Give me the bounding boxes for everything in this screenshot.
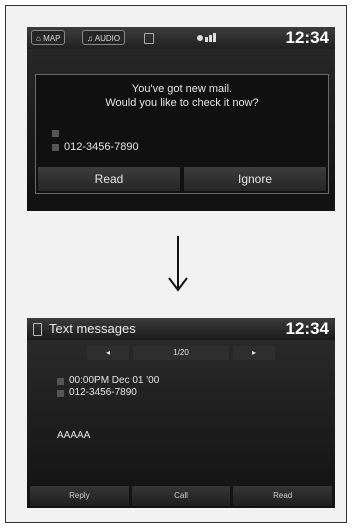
clock-icon bbox=[57, 378, 64, 385]
next-message-button[interactable]: ▸ bbox=[233, 346, 275, 360]
dialog-message-line2: Would you like to check it now? bbox=[105, 97, 259, 109]
phone-number-icon bbox=[57, 390, 64, 397]
audio-tab-label: AUDIO bbox=[94, 34, 121, 43]
map-tab-label: MAP bbox=[43, 34, 61, 43]
home-icon: ⌂ bbox=[36, 34, 41, 43]
top-bar: ⌂ MAP ♫ AUDIO 12:34 bbox=[27, 27, 335, 49]
message-actions: Reply Call Read bbox=[27, 486, 335, 508]
map-tab[interactable]: ⌂ MAP bbox=[31, 30, 66, 45]
audio-tab[interactable]: ♫ AUDIO bbox=[82, 30, 126, 45]
message-icon bbox=[33, 323, 42, 336]
sender-icon bbox=[52, 130, 59, 137]
music-note-icon: ♫ bbox=[87, 34, 93, 43]
down-arrow-icon bbox=[168, 236, 188, 292]
previous-message-button[interactable]: ◂ bbox=[87, 346, 129, 360]
title-bar: Text messages 12:34 bbox=[27, 318, 335, 340]
phone-icon bbox=[144, 33, 154, 44]
call-button[interactable]: Call bbox=[131, 486, 231, 506]
read-aloud-button[interactable]: Read bbox=[233, 486, 333, 506]
message-page-indicator: 1/20 bbox=[133, 346, 229, 360]
read-button[interactable]: Read bbox=[38, 167, 180, 191]
dialog-message-line1: You've got new mail. bbox=[131, 83, 233, 95]
signal-status-icon bbox=[197, 33, 219, 42]
clock: 12:34 bbox=[285, 28, 329, 47]
sender-phone-number: 012-3456-7890 bbox=[64, 141, 139, 153]
new-mail-screen: ⌂ MAP ♫ AUDIO 12:34 You've got new mail.… bbox=[27, 27, 335, 211]
message-body: AAAAA bbox=[57, 430, 91, 441]
page-title: Text messages bbox=[49, 321, 136, 336]
message-datetime: 00:00PM Dec 01 '00 bbox=[69, 375, 160, 386]
phone-number-icon bbox=[52, 144, 59, 151]
ignore-button[interactable]: Ignore bbox=[184, 167, 326, 191]
text-messages-screen: Text messages 12:34 ◂ 1/20 ▸ 00:00PM Dec… bbox=[27, 318, 335, 508]
reply-button[interactable]: Reply bbox=[30, 486, 129, 506]
message-sender-phone: 012-3456-7890 bbox=[69, 387, 137, 398]
new-mail-dialog: You've got new mail. Would you like to c… bbox=[35, 74, 329, 194]
clock: 12:34 bbox=[285, 319, 329, 338]
dialog-buttons: Read Ignore bbox=[36, 167, 328, 193]
